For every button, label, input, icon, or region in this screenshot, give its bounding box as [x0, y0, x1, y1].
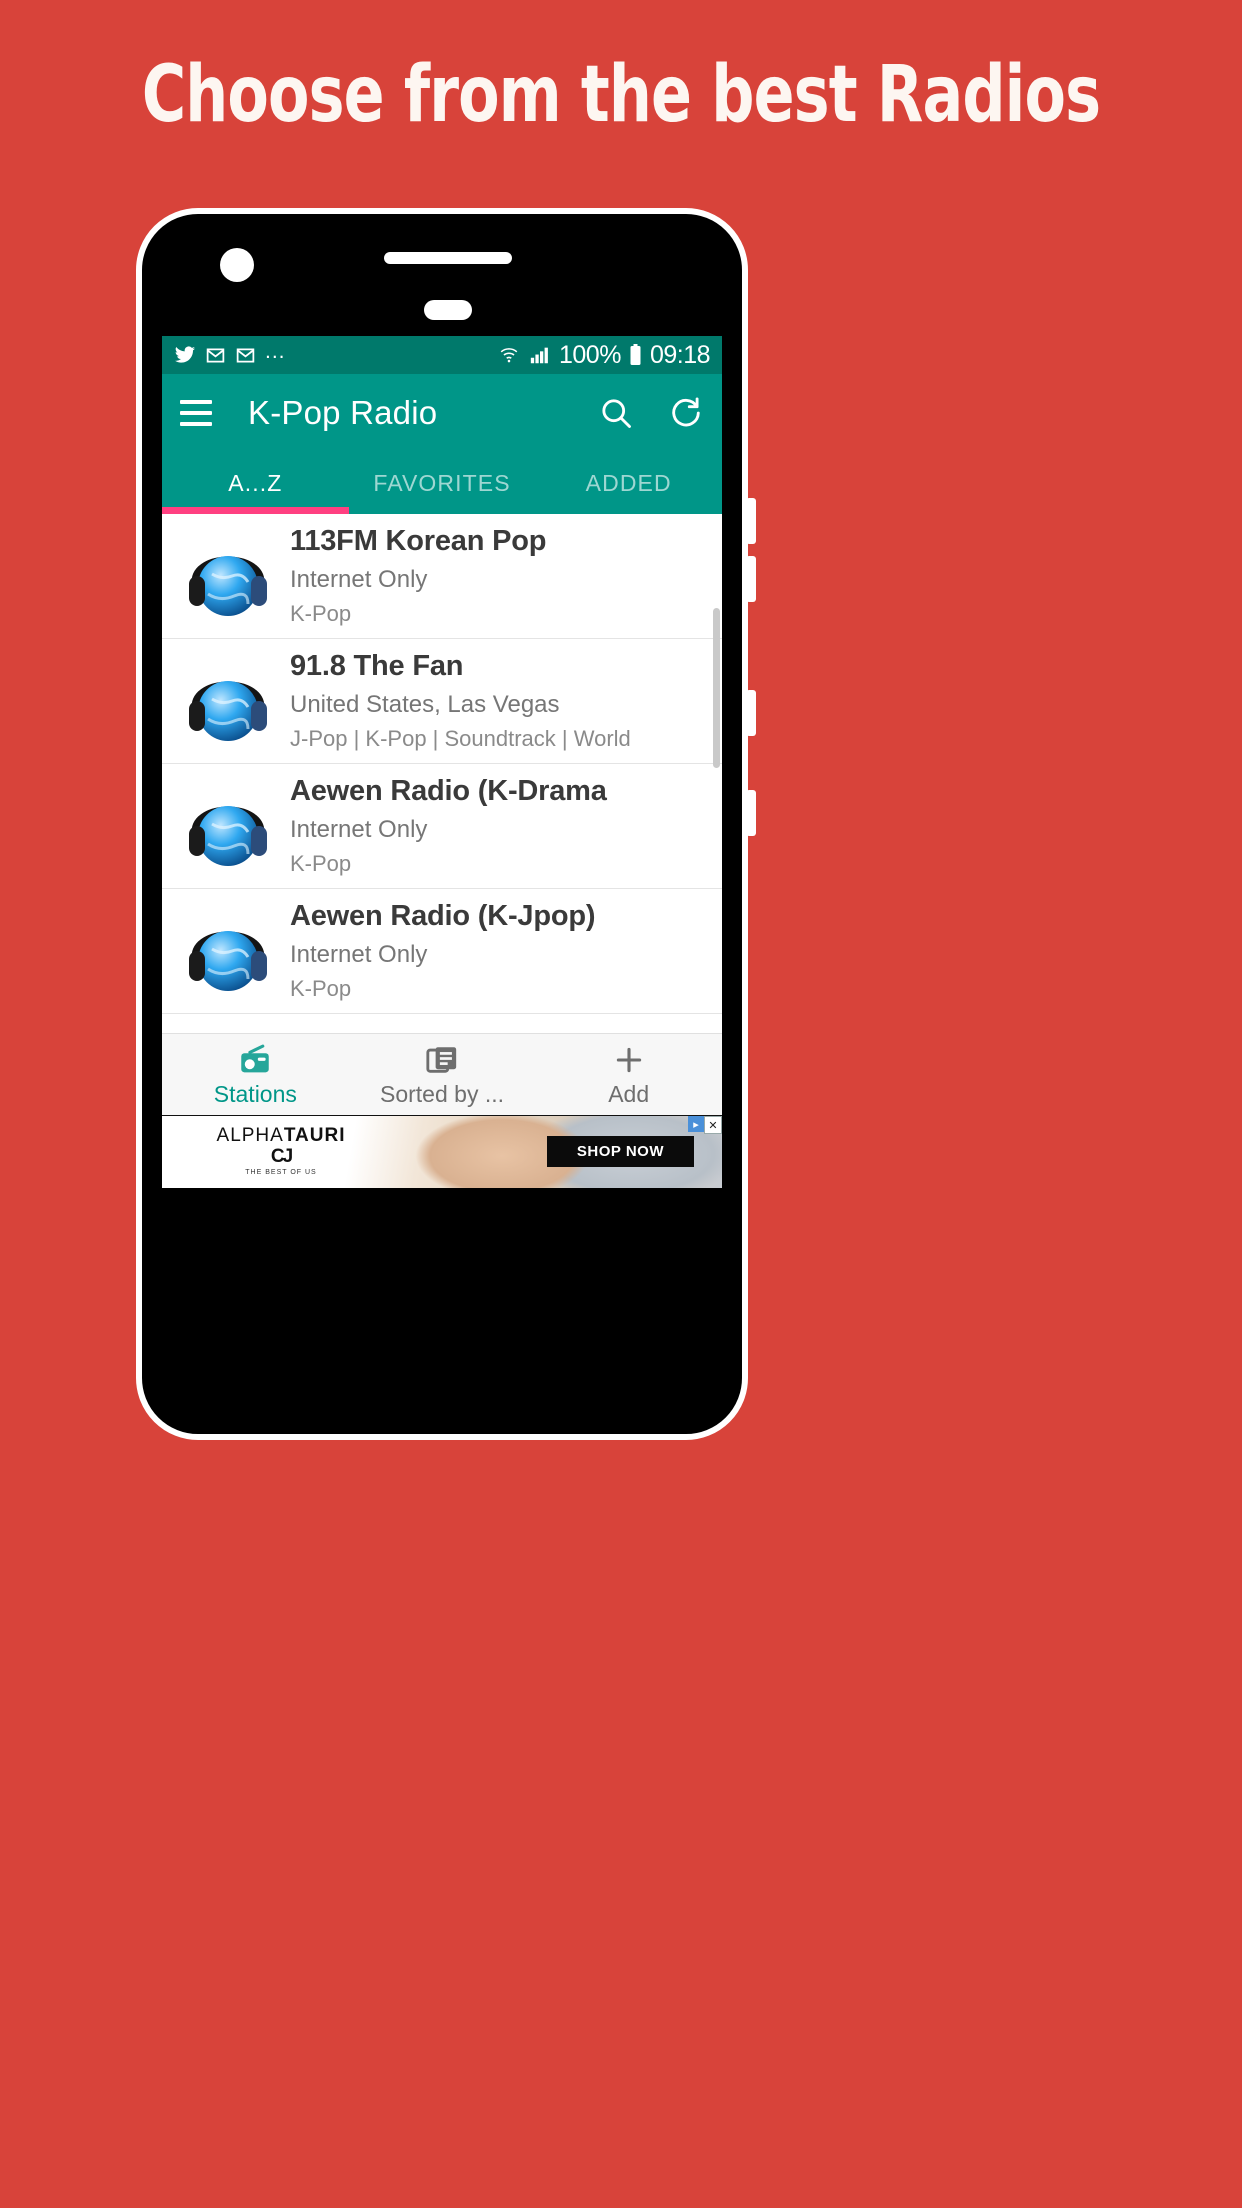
station-genre: K-Pop: [290, 851, 352, 876]
ad-banner[interactable]: ALPHATAURI CJ THE BEST OF US SHOP NOW ▸ …: [162, 1115, 722, 1188]
station-location: Internet Only: [290, 566, 428, 593]
tab-bar: A...Z FAVORITES ADDED: [162, 452, 722, 514]
phone-button-volume-down: [746, 690, 756, 736]
bottom-nav-add[interactable]: Add: [535, 1043, 722, 1108]
ad-brand-light: ALPHA: [216, 1125, 284, 1146]
list-item[interactable]: Aewen Radio (K-Jpop) Internet Only K-Pop: [162, 889, 722, 1014]
station-location: Internet Only: [290, 816, 428, 843]
tab-az[interactable]: A...Z: [162, 452, 349, 514]
bottom-nav-label: Add: [608, 1080, 650, 1107]
page-title: Choose from the best Radios: [141, 50, 1101, 140]
adchoices-controls[interactable]: ▸ ✕: [688, 1116, 722, 1134]
ad-brand-bold: TAURI: [283, 1125, 346, 1146]
station-genre: K-Pop: [290, 601, 352, 626]
globe-headphones-icon: [176, 774, 280, 878]
gmail-icon: [205, 345, 226, 366]
status-bar-system: 100% 09:18: [497, 340, 711, 370]
station-genre: J-Pop | K-Pop | Soundtrack | World: [290, 726, 631, 751]
ad-monogram: CJ: [270, 1145, 293, 1167]
station-location: United States, Las Vegas: [290, 691, 560, 718]
bottom-nav-label: Sorted by ...: [380, 1080, 505, 1107]
ad-tagline: THE BEST OF US: [245, 1168, 317, 1176]
station-genre: K-Pop: [290, 976, 352, 1001]
phone-button-volume-up: [746, 556, 756, 602]
radio-icon: [236, 1043, 274, 1077]
battery-icon: [628, 343, 643, 367]
bottom-nav-stations[interactable]: Stations: [162, 1043, 349, 1108]
station-name: 91.8 The Fan: [290, 650, 464, 682]
tab-added[interactable]: ADDED: [535, 452, 722, 514]
list-item[interactable]: Aewen Radio (K-Drama Internet Only K-Pop: [162, 764, 722, 889]
globe-headphones-icon: [176, 649, 280, 753]
battery-percent: 100%: [558, 340, 621, 369]
status-bar: ... 100% 09:18: [162, 336, 722, 374]
app-title: K-Pop Radio: [248, 394, 438, 431]
clock: 09:18: [649, 340, 711, 369]
article-icon: [423, 1043, 461, 1077]
list-item[interactable]: 91.8 The Fan United States, Las Vegas J-…: [162, 639, 722, 764]
search-icon[interactable]: [598, 395, 634, 431]
bottom-navigation: Stations Sorted by ... Add: [162, 1033, 722, 1116]
globe-headphones-icon: [176, 524, 280, 628]
twitter-icon: [174, 344, 196, 366]
hamburger-icon[interactable]: [180, 400, 212, 426]
station-name: Aewen Radio (K-Jpop): [290, 900, 596, 932]
wifi-icon: [497, 344, 521, 366]
list-item[interactable]: 113FM Korean Pop Internet Only K-Pop: [162, 514, 722, 639]
gmail-icon: [235, 345, 256, 366]
station-name: 113FM Korean Pop: [290, 525, 547, 557]
phone-mockup: ... 100% 09:18 K-Pop Radio A...Z FAVORIT…: [136, 208, 748, 1440]
phone-button-mute: [746, 498, 756, 544]
app-bar: K-Pop Radio: [162, 374, 722, 452]
tab-favorites[interactable]: FAVORITES: [349, 452, 536, 514]
signal-icon: [528, 344, 552, 366]
station-location: Internet Only: [290, 941, 428, 968]
ad-logo: ALPHATAURI CJ THE BEST OF US: [186, 1126, 376, 1176]
globe-headphones-icon: [176, 899, 280, 1003]
status-bar-notifications: ...: [174, 340, 286, 370]
list-scrollbar[interactable]: [713, 608, 720, 768]
bottom-nav-sorted-by[interactable]: Sorted by ...: [349, 1043, 536, 1108]
tab-indicator: [162, 507, 349, 514]
station-list[interactable]: 113FM Korean Pop Internet Only K-Pop 91.…: [162, 514, 722, 1014]
speaker-grille: [384, 252, 512, 264]
plus-icon: [610, 1043, 648, 1077]
station-name: Aewen Radio (K-Drama: [290, 775, 607, 807]
refresh-icon[interactable]: [668, 395, 704, 431]
phone-button-power: [746, 790, 756, 836]
earpiece-sensor: [424, 300, 472, 320]
notification-overflow: ...: [265, 340, 286, 363]
adchoices-icon[interactable]: ▸: [688, 1116, 704, 1132]
phone-screen: ... 100% 09:18 K-Pop Radio A...Z FAVORIT…: [162, 336, 722, 1188]
bottom-nav-label: Stations: [213, 1080, 297, 1107]
shop-now-button[interactable]: SHOP NOW: [546, 1136, 694, 1167]
front-camera-icon: [220, 248, 254, 282]
close-icon[interactable]: ✕: [704, 1116, 722, 1134]
